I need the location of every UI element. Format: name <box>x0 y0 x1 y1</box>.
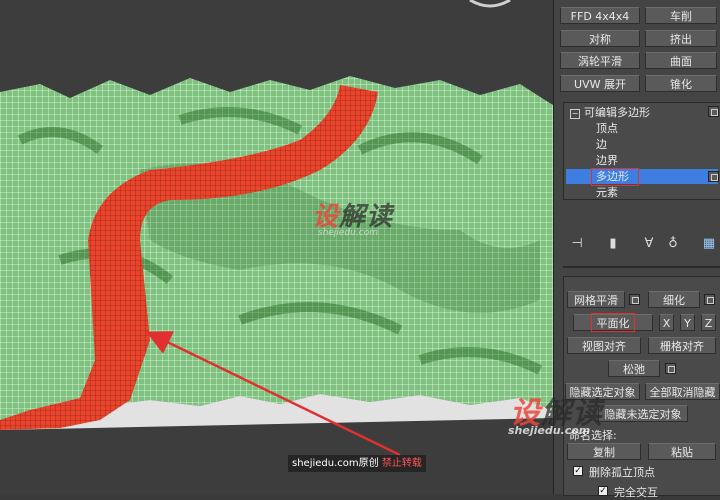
relax-button[interactable]: 松弛 <box>608 360 660 377</box>
stack-item-edge[interactable]: 边 <box>596 137 607 152</box>
turbosmooth-button[interactable]: 涡轮平滑 <box>560 52 640 69</box>
copy-button[interactable]: 复制 <box>567 443 641 460</box>
delete-isolated-label: 删除孤立顶点 <box>589 466 655 479</box>
full-interactivity-label: 完全交互 <box>614 486 658 499</box>
meshsmooth-button[interactable]: 网格平滑 <box>567 291 625 308</box>
view-align-button[interactable]: 视图对齐 <box>567 337 641 354</box>
hide-unselected-button[interactable]: 隐藏未选定对象 <box>598 405 688 422</box>
remove-modifier-icon[interactable]: ♁ <box>664 235 682 253</box>
stack-item-element[interactable]: 元素 <box>596 185 618 200</box>
3d-viewport[interactable] <box>0 0 553 494</box>
watermark-url-corner: shejiedu.com <box>508 424 591 437</box>
gizmo-top <box>469 0 511 8</box>
uvw-unwrap-button[interactable]: UVW 展开 <box>560 75 640 92</box>
relax-settings-icon[interactable] <box>665 363 676 374</box>
configure-modifier-sets-icon[interactable]: ▦ <box>700 235 718 253</box>
tessellate-settings-icon[interactable] <box>704 294 715 305</box>
surface-button[interactable]: 曲面 <box>645 52 717 69</box>
make-unique-icon[interactable]: ∀ <box>640 235 658 253</box>
terrain-wireframe <box>0 0 553 457</box>
taper-button[interactable]: 锥化 <box>645 75 717 92</box>
meshsmooth-settings-icon[interactable] <box>629 294 640 305</box>
modifier-stack: − 可编辑多边形 顶点 边 边界 多边形 元素 <box>563 102 720 200</box>
credit-caption: shejiedu.com原创 禁止转载 <box>288 455 426 472</box>
stack-root-label: 可编辑多边形 <box>584 106 650 119</box>
make-planar-highlight-box <box>591 313 635 332</box>
extrude-button[interactable]: 挤出 <box>645 30 717 47</box>
stack-root-item[interactable]: − 可编辑多边形 <box>570 105 650 120</box>
credit-original: 原创 <box>358 458 379 469</box>
collapse-icon[interactable]: − <box>570 109 580 119</box>
pin-stack-icon[interactable]: ⊣ <box>568 235 586 253</box>
planar-y-button[interactable]: Y <box>680 314 695 331</box>
stack-item-border[interactable]: 边界 <box>596 153 618 168</box>
planar-x-button[interactable]: X <box>659 314 674 331</box>
credit-nocopy: 禁止转载 <box>381 458 422 469</box>
lathe-button[interactable]: 车削 <box>645 7 717 24</box>
stack-item-polygon[interactable]: 多边形 <box>566 169 718 184</box>
credit-site: shejiedu.com <box>292 458 359 469</box>
tessellate-button[interactable]: 细化 <box>648 291 700 308</box>
ffd-button[interactable]: FFD 4x4x4 <box>560 7 640 24</box>
full-interactivity-checkbox[interactable]: ✓ <box>598 486 608 496</box>
planar-z-button[interactable]: Z <box>701 314 716 331</box>
paste-button[interactable]: 粘贴 <box>648 443 716 460</box>
show-end-result-icon[interactable]: ▮ <box>604 235 622 253</box>
stack-root-toggle-icon[interactable] <box>708 106 719 117</box>
rollout-divider <box>563 266 720 268</box>
stack-polygon-toggle-icon[interactable] <box>708 171 719 182</box>
grid-align-button[interactable]: 栅格对齐 <box>648 337 716 354</box>
mirror-button[interactable]: 对称 <box>560 30 640 47</box>
delete-isolated-checkbox[interactable]: ✓ <box>573 466 583 476</box>
watermark-url-center: shejiedu.com <box>318 228 378 238</box>
polygon-highlight-box <box>591 168 639 186</box>
stack-item-vertex[interactable]: 顶点 <box>596 121 618 136</box>
unhide-all-button[interactable]: 全部取消隐藏 <box>645 383 720 400</box>
